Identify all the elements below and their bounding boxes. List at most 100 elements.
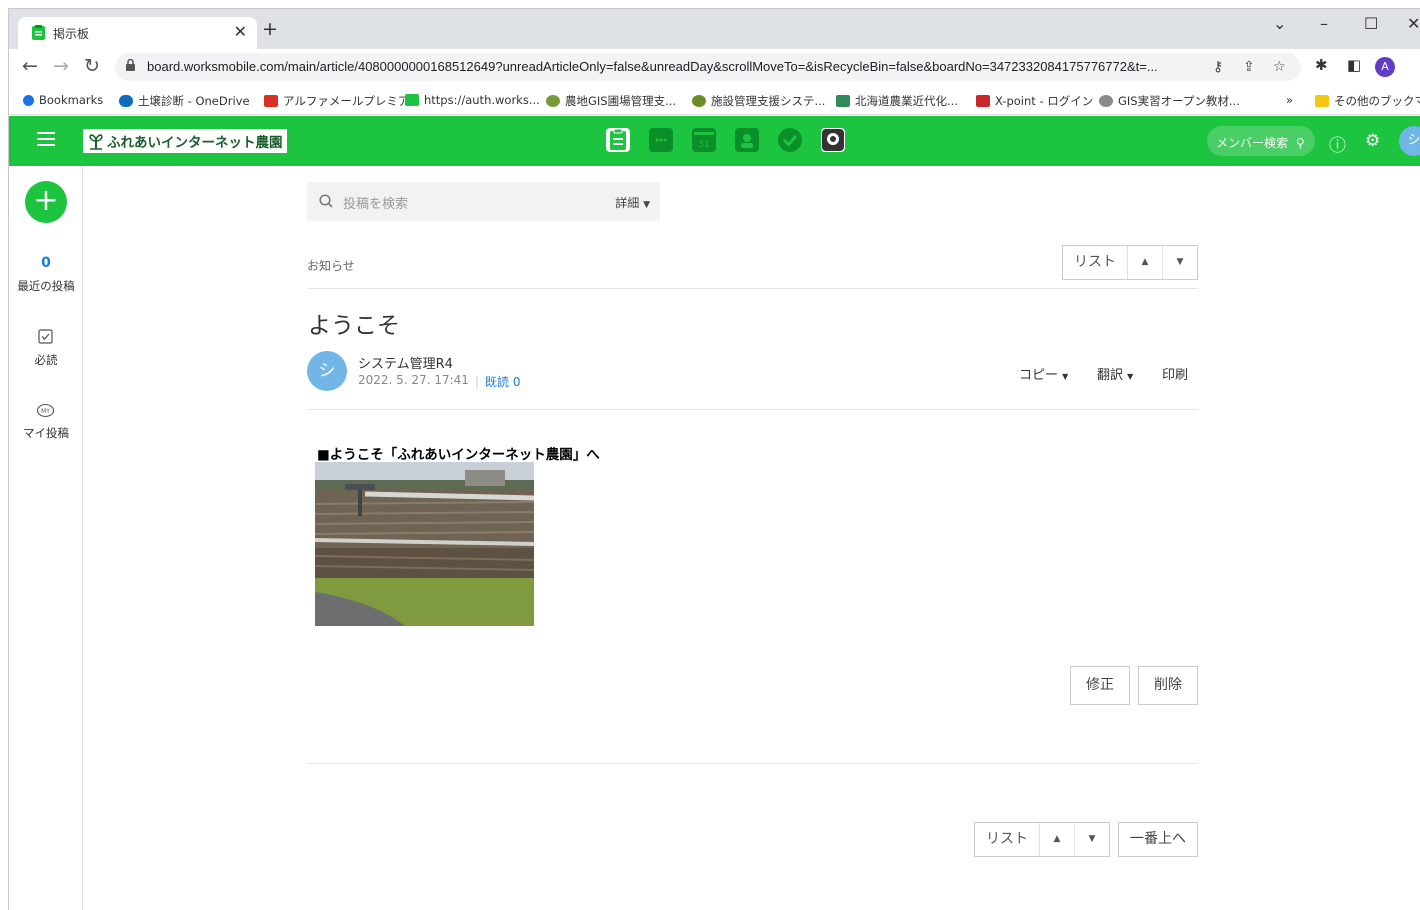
browser-window: 掲示板 ✕ + ⌄ – ☐ ✕ ← → ↻ board.worksmobile.… — [8, 8, 1420, 910]
browser-toolbar: ← → ↻ board.worksmobile.com/main/article… — [9, 49, 1420, 85]
tab-close-icon[interactable]: ✕ — [234, 22, 247, 41]
post-search[interactable]: 投稿を検索 詳細 ▼ — [307, 182, 660, 221]
close-window-button[interactable]: ✕ — [1407, 14, 1420, 33]
detail-search-button[interactable]: 詳細 ▼ — [615, 194, 650, 211]
forward-icon[interactable]: → — [53, 55, 69, 77]
bookmark-item[interactable]: 施設管理支援システ... — [692, 93, 825, 109]
delete-button[interactable]: 削除 — [1138, 666, 1198, 705]
prev-post-icon[interactable]: ▲ — [1040, 823, 1075, 856]
bookmark-item[interactable]: https://auth.works... — [405, 93, 540, 107]
svg-text:31: 31 — [698, 140, 709, 150]
globe-icon — [692, 95, 706, 107]
post-body-heading: ■ようこそ「ふれあいインターネット農園」へ — [317, 447, 600, 463]
tab-title: 掲示板 — [53, 27, 90, 41]
globe-icon — [546, 95, 560, 107]
recent-posts-label[interactable]: 最近の投稿 — [9, 278, 83, 294]
share-icon[interactable]: ⇪ — [1243, 59, 1255, 75]
print-button[interactable]: 印刷 — [1162, 364, 1188, 383]
calendar-app-icon[interactable]: 31 — [692, 128, 716, 152]
bookmark-item[interactable]: 農地GIS圃場管理支... — [546, 93, 676, 109]
bookmark-item[interactable]: 北海道農業近代化... — [836, 93, 958, 109]
new-tab-button[interactable]: + — [262, 18, 278, 40]
user-avatar[interactable]: シ — [1399, 126, 1420, 156]
divider — [307, 288, 1198, 289]
next-post-icon[interactable]: ▼ — [1163, 246, 1197, 279]
star-icon[interactable]: ☆ — [1273, 59, 1286, 75]
farm-logo-icon — [89, 134, 103, 150]
minimize-button[interactable]: – — [1320, 14, 1328, 33]
list-nav-bottom: リスト ▲ ▼ — [974, 822, 1110, 857]
extensions-icon[interactable]: ✱ — [1315, 56, 1328, 74]
xpoint-icon — [976, 95, 990, 107]
divider — [307, 409, 1198, 410]
app-logo[interactable]: ふれあいインターネット農園 — [83, 129, 287, 153]
task-app-icon[interactable] — [778, 128, 802, 152]
star-icon — [23, 95, 34, 106]
author-name[interactable]: システム管理R4 — [358, 353, 453, 372]
mail-icon — [264, 95, 278, 107]
plus-icon: + — [33, 183, 59, 218]
recent-posts-count[interactable]: 0 — [9, 255, 83, 271]
member-search-button[interactable]: メンバー検索 ⚲ — [1207, 126, 1315, 156]
address-bar[interactable]: board.worksmobile.com/main/article/40800… — [115, 53, 1301, 81]
bookmark-item[interactable]: GIS実習オープン教材... — [1099, 93, 1240, 109]
my-posts-label[interactable]: マイ投稿 — [9, 425, 83, 441]
scroll-to-top-button[interactable]: 一番上へ — [1118, 822, 1198, 857]
other-bookmarks[interactable]: その他のブックマーク — [1315, 93, 1420, 109]
post-title: ようこそ — [308, 313, 400, 339]
list-button[interactable]: リスト — [1063, 246, 1128, 279]
edit-button[interactable]: 修正 — [1070, 666, 1130, 705]
list-nav-top: リスト ▲ ▼ — [1062, 245, 1198, 280]
board-favicon-icon — [32, 25, 45, 40]
app-header: ふれあいインターネット農園 31 メンバー検索 ⚲ ⓘ ⚙ シ — [9, 116, 1420, 166]
browser-tab[interactable]: 掲示板 ✕ — [18, 17, 257, 49]
read-count[interactable]: | 既読 0 — [475, 373, 521, 390]
next-post-icon[interactable]: ▼ — [1075, 823, 1109, 856]
post-date: 2022. 5. 27. 17:41 — [358, 373, 469, 387]
farm-photo[interactable] — [315, 462, 534, 626]
bookmark-item[interactable]: X-point - ログイン — [976, 93, 1093, 109]
chat-icon — [405, 94, 419, 106]
bookmarks-more-button[interactable]: » — [1286, 93, 1293, 107]
bookmark-item[interactable]: アルファメールプレミア... — [264, 93, 420, 109]
contacts-app-icon[interactable] — [735, 128, 759, 152]
chat-icon — [655, 138, 667, 142]
talk-app-icon[interactable] — [649, 128, 673, 152]
calendar-icon: 31 — [694, 132, 714, 150]
required-reading-label[interactable]: 必読 — [9, 352, 83, 368]
list-button[interactable]: リスト — [975, 823, 1040, 856]
my-icon[interactable]: MY — [37, 403, 54, 418]
svg-text:MY: MY — [41, 408, 50, 415]
search-icon — [319, 194, 333, 208]
menu-icon[interactable] — [37, 132, 55, 146]
contacts-icon — [741, 134, 753, 148]
copy-button[interactable]: コピー ▼ — [1019, 364, 1068, 383]
board-app-icon[interactable] — [606, 128, 630, 152]
board-category[interactable]: お知らせ — [307, 257, 355, 274]
translate-button[interactable]: 翻訳 ▼ — [1097, 364, 1133, 383]
reload-icon[interactable]: ↻ — [84, 55, 100, 77]
search-input[interactable]: 投稿を検索 — [343, 193, 408, 212]
gear-icon[interactable]: ⚙ — [1365, 131, 1380, 151]
folder-icon — [1315, 95, 1329, 107]
tab-strip: 掲示板 ✕ + ⌄ – ☐ ✕ — [9, 9, 1420, 49]
back-icon[interactable]: ← — [22, 55, 38, 77]
drive-app-icon[interactable] — [821, 128, 845, 152]
key-icon[interactable]: ⚷ — [1213, 59, 1223, 75]
author-avatar[interactable]: シ — [307, 351, 347, 391]
lock-icon — [126, 59, 135, 71]
tab-search-icon[interactable]: ⌄ — [1273, 14, 1286, 33]
gis-icon — [1099, 95, 1113, 107]
bookmark-item[interactable]: 土壌診断 - OneDrive — [119, 93, 250, 109]
profile-avatar[interactable]: A — [1375, 57, 1395, 77]
maximize-button[interactable]: ☐ — [1364, 14, 1378, 33]
divider — [307, 763, 1198, 764]
checkbox-icon[interactable] — [37, 329, 54, 344]
bookmark-item[interactable]: Bookmarks — [23, 93, 103, 107]
prev-post-icon[interactable]: ▲ — [1128, 246, 1163, 279]
sidepanel-icon[interactable]: ◧ — [1347, 56, 1361, 74]
compose-button[interactable]: + — [25, 181, 67, 223]
board-icon — [610, 128, 626, 150]
url-text: board.worksmobile.com/main/article/40800… — [147, 59, 1158, 74]
help-icon[interactable]: ⓘ — [1329, 131, 1346, 156]
